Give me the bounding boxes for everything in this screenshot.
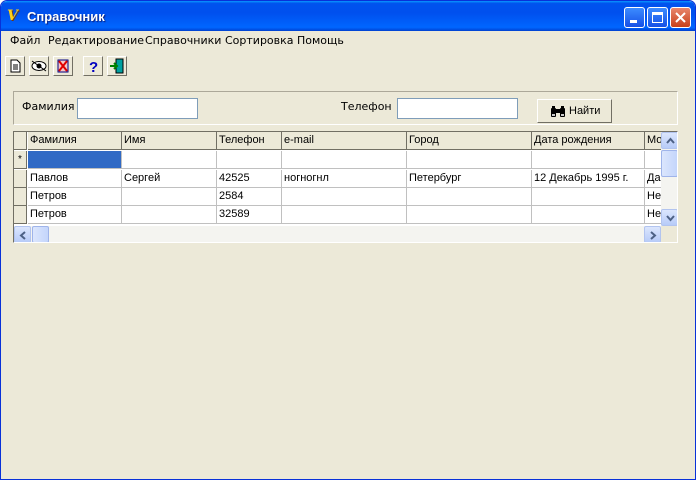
table-cell[interactable]	[122, 188, 217, 206]
table-cell[interactable]	[282, 151, 407, 169]
new-row-marker[interactable]: *	[14, 151, 27, 169]
table-cell[interactable]: Петров	[28, 188, 122, 206]
delete-icon	[57, 59, 69, 73]
new-button[interactable]	[5, 56, 25, 76]
arrow-left-icon	[19, 231, 26, 240]
app-icon: V	[7, 8, 18, 24]
grid-body: Фамилия Имя Телефон e-mail Город Дата рождени…	[14, 132, 661, 226]
search-panel: Фамилия Телефон Найти	[13, 91, 678, 125]
exit-button[interactable]	[107, 56, 127, 76]
row-selector[interactable]	[14, 170, 27, 188]
svg-text:?: ?	[89, 59, 98, 74]
phone-label: Телефон	[341, 100, 392, 113]
horizontal-scrollbar[interactable]	[14, 226, 661, 242]
toolbar: ?	[1, 52, 695, 80]
phone-input[interactable]	[397, 98, 518, 119]
table-cell[interactable]	[282, 206, 407, 224]
table-cell[interactable]	[407, 206, 532, 224]
table-cell[interactable]: Петров	[28, 206, 122, 224]
table-cell[interactable]: 12 Декабрь 1995 г.	[532, 170, 645, 188]
surname-input[interactable]	[77, 98, 198, 119]
row-selector[interactable]	[14, 206, 27, 224]
table-cell[interactable]: 42525	[217, 170, 282, 188]
arrow-down-icon	[666, 215, 675, 222]
table-cell[interactable]	[407, 151, 532, 169]
scroll-left-button[interactable]	[14, 226, 31, 242]
minimize-icon	[630, 20, 637, 23]
column-header[interactable]: Мо	[645, 132, 661, 150]
table-cell[interactable]	[282, 188, 407, 206]
arrow-up-icon	[666, 137, 675, 144]
table-cell[interactable]	[28, 151, 122, 169]
menu-references[interactable]: Справочники	[145, 34, 221, 47]
table-cell[interactable]: 32589	[217, 206, 282, 224]
menu-help[interactable]: Помощь	[297, 34, 344, 47]
close-button[interactable]	[670, 7, 691, 28]
menu-bar: Файл Редактирование Справочники Сортиров…	[1, 31, 695, 50]
menu-sort[interactable]: Сортировка	[225, 34, 294, 47]
title-bar[interactable]: V Справочник	[1, 1, 695, 31]
app-window: V Справочник Файл Редактирование Справоч…	[0, 0, 696, 480]
scrollbar-corner	[661, 226, 677, 242]
menu-edit[interactable]: Редактирование	[48, 34, 144, 47]
minimize-button[interactable]	[624, 7, 645, 28]
grid-corner	[14, 132, 27, 150]
find-button-label: Найти	[569, 105, 601, 117]
find-button[interactable]: Найти	[537, 99, 612, 123]
table-cell[interactable]	[122, 151, 217, 169]
table-cell[interactable]	[532, 188, 645, 206]
table-cell[interactable]: Не	[645, 188, 661, 206]
view-icon	[31, 60, 47, 72]
delete-button[interactable]	[53, 56, 73, 76]
column-header[interactable]: Фамилия	[28, 132, 122, 150]
close-icon	[675, 12, 686, 23]
column-header[interactable]: e-mail	[282, 132, 407, 150]
table-cell[interactable]: 2584	[217, 188, 282, 206]
column-header[interactable]: Дата рождения	[532, 132, 645, 150]
surname-label: Фамилия	[22, 100, 75, 113]
maximize-icon	[652, 12, 663, 23]
table-cell[interactable]	[532, 151, 645, 169]
table-cell[interactable]	[532, 206, 645, 224]
table-cell[interactable]: ногногнл	[282, 170, 407, 188]
window-title: Справочник	[27, 9, 105, 24]
table-cell[interactable]: Сергей	[122, 170, 217, 188]
new-document-icon	[10, 59, 21, 73]
table-cell[interactable]: Петербург	[407, 170, 532, 188]
horizontal-scroll-thumb[interactable]	[32, 226, 49, 242]
table-cell[interactable]	[122, 206, 217, 224]
column-header[interactable]: Имя	[122, 132, 217, 150]
table-cell[interactable]: Павлов	[28, 170, 122, 188]
table-cell[interactable]	[407, 188, 532, 206]
row-selector[interactable]	[14, 188, 27, 206]
table-cell[interactable]	[645, 151, 661, 169]
table-cell[interactable]: Не	[645, 206, 661, 224]
menu-file[interactable]: Файл	[10, 34, 40, 47]
column-header[interactable]: Город	[407, 132, 532, 150]
scroll-right-button[interactable]	[644, 226, 661, 242]
help-button[interactable]: ?	[83, 56, 103, 76]
table-cell[interactable]	[217, 151, 282, 169]
scroll-up-button[interactable]	[661, 132, 677, 149]
column-header[interactable]: Телефон	[217, 132, 282, 150]
view-button[interactable]	[29, 56, 49, 76]
vertical-scroll-thumb[interactable]	[661, 150, 677, 177]
vertical-scrollbar[interactable]	[661, 132, 677, 226]
arrow-right-icon	[650, 231, 657, 240]
maximize-button[interactable]	[647, 7, 668, 28]
scroll-down-button[interactable]	[661, 209, 677, 226]
data-grid[interactable]: Фамилия Имя Телефон e-mail Город Дата рождени…	[13, 131, 678, 243]
help-icon: ?	[89, 59, 98, 74]
table-cell[interactable]: Да	[645, 170, 661, 188]
binoculars-icon	[551, 106, 565, 117]
exit-icon	[110, 58, 124, 74]
